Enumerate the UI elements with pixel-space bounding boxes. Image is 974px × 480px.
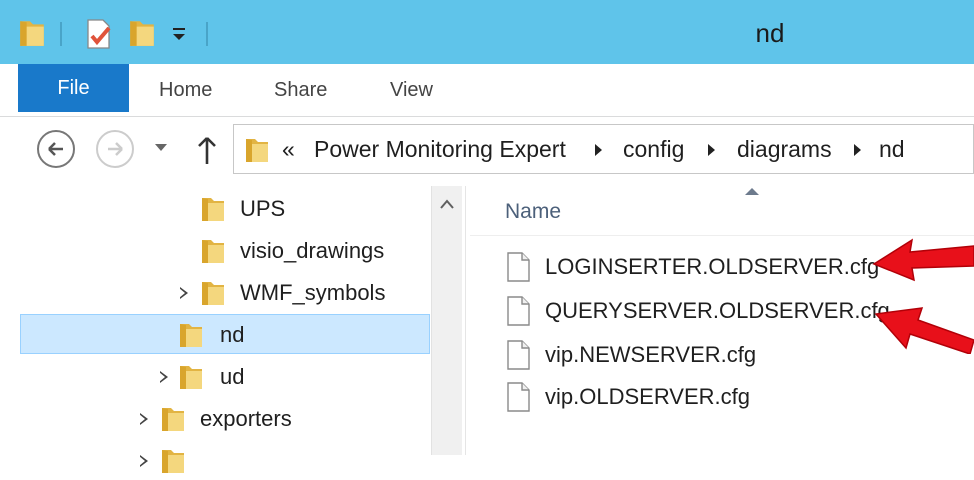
tab-home[interactable]: Home [159,64,212,112]
column-header-name[interactable]: Name [505,200,561,224]
breadcrumb-chevron-icon[interactable] [595,144,602,156]
sort-ascending-icon [745,188,759,195]
breadcrumb-power-monitoring-expert[interactable]: Power Monitoring Expert [314,136,566,163]
folder-icon [244,136,270,169]
tree-item-label: nd [220,322,245,347]
tree-item-label: UPS [240,196,286,221]
tree-item-label: visio_drawings [240,238,385,263]
file-icon [505,382,531,417]
tree-item-label: ud [220,364,245,389]
file-icon [505,296,531,331]
folder-icon [160,405,186,438]
properties-icon[interactable] [84,18,114,55]
scroll-up-icon[interactable] [432,190,462,220]
tab-view[interactable]: View [390,64,433,112]
window-title: nd [755,18,785,48]
address-bar[interactable]: « Power Monitoring Expert config diagram… [233,124,974,174]
folder-icon [200,195,226,228]
file-name: QUERYSERVER.OLDSERVER.cfg [545,298,890,323]
tab-share[interactable]: Share [274,64,327,112]
annotation-arrow-icon [874,307,974,354]
breadcrumb-overflow[interactable]: « [282,136,295,163]
folder-icon [200,237,226,270]
back-button[interactable] [37,130,75,168]
expand-chevron-icon[interactable] [159,371,168,383]
folder-icon[interactable] [18,18,46,53]
ribbon-bar [0,64,974,117]
toolbar-separator [60,22,62,46]
breadcrumb-diagrams[interactable]: diagrams [737,136,832,163]
tab-file[interactable]: File [18,64,129,112]
tree-item-label: exporters [200,406,292,431]
pane-divider[interactable] [465,186,466,455]
file-icon [505,252,531,287]
forward-arrow-icon [108,142,123,156]
file-icon [505,340,531,375]
annotation-arrow-icon [872,238,974,282]
toolbar-separator [206,22,208,46]
tree-item-label: WMF_symbols [240,280,386,305]
expand-chevron-icon[interactable] [139,413,148,425]
forward-button[interactable] [96,130,134,168]
recent-locations-dropdown[interactable] [155,144,167,151]
file-name: LOGINSERTER.OLDSERVER.cfg [545,254,880,279]
breadcrumb-nd[interactable]: nd [879,136,905,163]
quick-access-dropdown-icon[interactable] [171,26,187,42]
nav-pane-scrollbar[interactable] [431,186,462,455]
expand-chevron-icon[interactable] [139,455,148,467]
folder-icon [178,321,204,354]
breadcrumb-config[interactable]: config [623,136,684,163]
title-bar: nd [0,0,974,64]
breadcrumb-chevron-icon[interactable] [708,144,715,156]
expand-chevron-icon[interactable] [179,287,188,299]
new-folder-icon[interactable] [128,18,156,53]
file-name: vip.NEWSERVER.cfg [545,342,757,367]
file-name: vip.OLDSERVER.cfg [545,384,751,409]
folder-icon [200,279,226,312]
breadcrumb-chevron-icon[interactable] [854,144,861,156]
folder-icon [178,363,204,396]
up-arrow-icon[interactable] [195,134,219,166]
back-arrow-icon [48,142,63,156]
folder-icon [160,447,186,480]
